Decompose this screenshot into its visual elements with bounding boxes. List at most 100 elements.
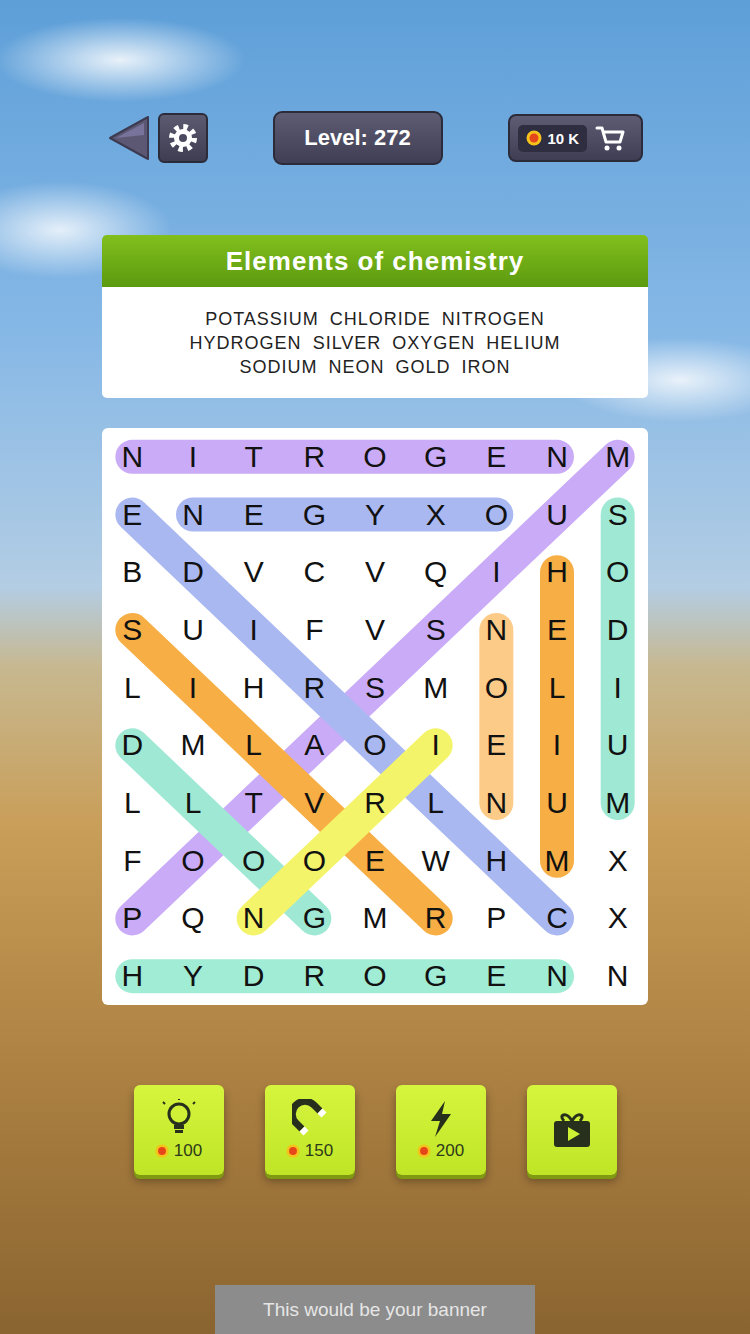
letter-cell[interactable]: I	[466, 543, 527, 601]
letter-cell[interactable]: C	[527, 890, 588, 948]
letter-cell[interactable]: N	[223, 890, 284, 948]
letter-cell[interactable]: M	[405, 659, 466, 717]
letter-cell[interactable]: U	[163, 601, 224, 659]
letter-cell[interactable]: N	[163, 486, 224, 544]
letter-cell[interactable]: I	[163, 659, 224, 717]
letter-cell[interactable]: U	[527, 774, 588, 832]
letter-cell[interactable]: R	[405, 890, 466, 948]
letter-cell[interactable]: N	[466, 774, 527, 832]
letter-cell[interactable]: F	[284, 601, 345, 659]
letter-cell[interactable]: R	[284, 947, 345, 1005]
back-button[interactable]	[108, 115, 150, 161]
letter-cell[interactable]: S	[102, 601, 163, 659]
letter-cell[interactable]: O	[163, 832, 224, 890]
letter-cell[interactable]: H	[102, 947, 163, 1005]
letter-cell[interactable]: W	[405, 832, 466, 890]
letter-cell[interactable]: M	[345, 890, 406, 948]
letter-cell[interactable]: E	[466, 716, 527, 774]
letter-cell[interactable]: V	[284, 774, 345, 832]
letter-cell[interactable]: T	[223, 774, 284, 832]
letter-cell[interactable]: X	[587, 832, 648, 890]
ad-banner[interactable]: This would be your banner	[215, 1285, 535, 1334]
letter-cell[interactable]: G	[284, 486, 345, 544]
letter-cell[interactable]: H	[223, 659, 284, 717]
letter-cell[interactable]: X	[587, 890, 648, 948]
letter-cell[interactable]: L	[527, 659, 588, 717]
letter-cell[interactable]: H	[466, 832, 527, 890]
letter-cell[interactable]: Y	[345, 486, 406, 544]
letter-cell[interactable]: G	[405, 947, 466, 1005]
letter-cell[interactable]: O	[466, 659, 527, 717]
letter-cell[interactable]: N	[587, 947, 648, 1005]
letter-cell[interactable]: L	[223, 716, 284, 774]
letter-cell[interactable]: C	[284, 543, 345, 601]
letter-cell[interactable]: D	[587, 601, 648, 659]
letter-cell[interactable]: E	[466, 428, 527, 486]
letter-cell[interactable]: D	[102, 716, 163, 774]
letter-cell[interactable]: E	[345, 832, 406, 890]
word-highlight	[132, 515, 557, 919]
letter-cell[interactable]: V	[345, 543, 406, 601]
letter-cell[interactable]: H	[527, 543, 588, 601]
letter-cell[interactable]: V	[223, 543, 284, 601]
letter-cell[interactable]: A	[284, 716, 345, 774]
letter-cell[interactable]: Q	[405, 543, 466, 601]
letter-cell[interactable]: G	[405, 428, 466, 486]
letter-cell[interactable]: L	[102, 774, 163, 832]
letter-grid[interactable]: NITROGENMENEGYXOUSBDVCVQIHOSUIFVSNEDLIHR…	[102, 428, 648, 1005]
letter-cell[interactable]: O	[466, 486, 527, 544]
letter-cell[interactable]: Y	[163, 947, 224, 1005]
settings-button[interactable]	[158, 113, 208, 163]
letter-cell[interactable]: N	[102, 428, 163, 486]
powerup-button[interactable]: 100	[134, 1085, 224, 1175]
letter-cell[interactable]: M	[163, 716, 224, 774]
letter-cell[interactable]: L	[405, 774, 466, 832]
letter-cell[interactable]: M	[587, 774, 648, 832]
letter-cell[interactable]: F	[102, 832, 163, 890]
letter-cell[interactable]: P	[466, 890, 527, 948]
letter-cell[interactable]: O	[223, 832, 284, 890]
powerup-button[interactable]: 200	[396, 1085, 486, 1175]
letter-cell[interactable]: E	[102, 486, 163, 544]
letter-cell[interactable]: I	[163, 428, 224, 486]
letter-cell[interactable]: D	[223, 947, 284, 1005]
letter-cell[interactable]: B	[102, 543, 163, 601]
letter-cell[interactable]: T	[223, 428, 284, 486]
letter-cell[interactable]: E	[223, 486, 284, 544]
letter-cell[interactable]: I	[223, 601, 284, 659]
letter-cell[interactable]: I	[405, 716, 466, 774]
letter-cell[interactable]: P	[102, 890, 163, 948]
letter-cell[interactable]: N	[466, 601, 527, 659]
letter-cell[interactable]: O	[345, 716, 406, 774]
letter-cell[interactable]: O	[345, 428, 406, 486]
letter-cell[interactable]: X	[405, 486, 466, 544]
coin-shop-button[interactable]: 10 K	[508, 114, 643, 162]
letter-cell[interactable]: L	[163, 774, 224, 832]
letter-cell[interactable]: S	[405, 601, 466, 659]
letter-cell[interactable]: S	[345, 659, 406, 717]
letter-cell[interactable]: L	[102, 659, 163, 717]
letter-cell[interactable]: U	[527, 486, 588, 544]
letter-cell[interactable]: O	[345, 947, 406, 1005]
letter-cell[interactable]: M	[527, 832, 588, 890]
letter-cell[interactable]: E	[527, 601, 588, 659]
letter-cell[interactable]: S	[587, 486, 648, 544]
letter-cell[interactable]: D	[163, 543, 224, 601]
letter-cell[interactable]: I	[587, 659, 648, 717]
letter-cell[interactable]: R	[345, 774, 406, 832]
powerup-button[interactable]: 150	[265, 1085, 355, 1175]
letter-cell[interactable]: N	[527, 428, 588, 486]
powerup-button[interactable]	[527, 1085, 617, 1175]
letter-cell[interactable]: I	[527, 716, 588, 774]
letter-cell[interactable]: N	[527, 947, 588, 1005]
letter-cell[interactable]: E	[466, 947, 527, 1005]
letter-cell[interactable]: Q	[163, 890, 224, 948]
letter-cell[interactable]: R	[284, 659, 345, 717]
letter-cell[interactable]: V	[345, 601, 406, 659]
letter-cell[interactable]: O	[284, 832, 345, 890]
letter-cell[interactable]: U	[587, 716, 648, 774]
letter-cell[interactable]: O	[587, 543, 648, 601]
letter-cell[interactable]: R	[284, 428, 345, 486]
letter-cell[interactable]: M	[587, 428, 648, 486]
letter-cell[interactable]: G	[284, 890, 345, 948]
